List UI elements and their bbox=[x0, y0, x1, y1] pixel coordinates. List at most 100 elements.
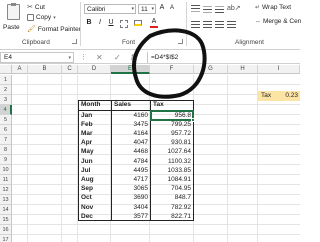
row-header-12[interactable]: 12 bbox=[0, 185, 12, 195]
wrap-text-icon: ↵ bbox=[255, 5, 261, 11]
clipboard-group-label: Clipboard bbox=[22, 39, 50, 46]
paste-label: Paste bbox=[3, 24, 20, 31]
cell-tax[interactable]: 822.71 bbox=[151, 212, 193, 222]
copy-button[interactable]: Copy ▾ bbox=[27, 14, 56, 21]
cell-sales[interactable]: 3577 bbox=[112, 212, 150, 222]
align-right-icon[interactable] bbox=[215, 21, 224, 22]
active-cell-e4[interactable] bbox=[150, 110, 194, 121]
align-left-icon[interactable] bbox=[191, 21, 200, 22]
align-middle-icon[interactable] bbox=[203, 6, 212, 7]
cell-sales[interactable]: 3690 bbox=[112, 193, 150, 203]
cell-month[interactable]: May bbox=[79, 147, 111, 157]
cell-month[interactable]: Oct bbox=[79, 193, 111, 203]
format-painter-label: Format Painter bbox=[37, 25, 81, 33]
row-header-1[interactable]: 1 bbox=[0, 75, 12, 85]
gridline bbox=[227, 75, 228, 242]
merge-icon: ⇔ bbox=[255, 18, 261, 25]
clipboard-launcher-icon[interactable] bbox=[72, 39, 77, 44]
font-group-label: Font bbox=[122, 39, 136, 46]
cell-tax[interactable]: 848.7 bbox=[151, 193, 193, 203]
grow-font-button[interactable]: A bbox=[158, 4, 166, 11]
cut-label: Cut bbox=[34, 3, 45, 11]
merge-center-button[interactable]: ⇔ Merge & Cen bbox=[255, 18, 301, 25]
tax-rate-label[interactable]: Tax bbox=[258, 91, 276, 101]
underline-button[interactable]: U bbox=[107, 19, 115, 26]
column-header-g[interactable]: G bbox=[194, 65, 228, 74]
paste-button[interactable]: Paste bbox=[2, 2, 26, 36]
insert-function-icon[interactable]: fx bbox=[131, 53, 137, 62]
row-header-3[interactable]: 3 bbox=[0, 95, 12, 105]
font-size-value: 11 bbox=[141, 5, 148, 13]
chevron-down-icon: ▾ bbox=[131, 6, 134, 12]
fill-color-icon[interactable] bbox=[134, 20, 142, 26]
divider bbox=[186, 2, 187, 46]
font-name-select[interactable]: Calibri ▾ bbox=[84, 4, 136, 14]
header-tax[interactable]: Tax bbox=[151, 100, 193, 110]
copy-label: Copy bbox=[36, 14, 52, 21]
row-header-7[interactable]: 7 bbox=[0, 135, 12, 145]
row-header-17[interactable]: 17 bbox=[0, 235, 12, 242]
column-header-b[interactable]: B bbox=[28, 65, 62, 74]
column-header-f[interactable]: F bbox=[150, 65, 194, 74]
align-center-icon[interactable] bbox=[203, 21, 212, 22]
column-header-c[interactable]: C bbox=[62, 65, 78, 74]
column-header-a[interactable]: A bbox=[12, 65, 28, 74]
font-launcher-icon[interactable] bbox=[178, 39, 183, 44]
indent-icon[interactable] bbox=[227, 21, 236, 22]
chevron-down-icon: ▾ bbox=[68, 55, 71, 61]
row-header-4[interactable]: 4 bbox=[0, 105, 12, 115]
italic-button[interactable]: I bbox=[96, 19, 104, 26]
row-header-16[interactable]: 16 bbox=[0, 225, 12, 235]
font-size-select[interactable]: 11 ▾ bbox=[138, 4, 156, 14]
column-header-h[interactable]: H bbox=[228, 65, 258, 74]
header-month[interactable]: Month bbox=[79, 100, 111, 110]
wrap-text-button[interactable]: ↵ Wrap Text bbox=[255, 4, 291, 11]
row-header-8[interactable]: 8 bbox=[0, 145, 12, 155]
align-top-icon[interactable] bbox=[191, 5, 200, 6]
column-header-d[interactable]: D bbox=[78, 65, 111, 74]
font-name-value: Calibri bbox=[87, 5, 106, 13]
row-header-9[interactable]: 9 bbox=[0, 155, 12, 165]
gridline bbox=[27, 75, 28, 242]
cell-tax[interactable]: 1027.64 bbox=[151, 147, 193, 157]
fill-handle[interactable] bbox=[191, 118, 195, 122]
header-sales[interactable]: Sales bbox=[112, 100, 150, 110]
row-header-14[interactable]: 14 bbox=[0, 205, 12, 215]
row-header-10[interactable]: 10 bbox=[0, 165, 12, 175]
scissors-icon: ✂ bbox=[27, 4, 33, 11]
select-all-corner[interactable] bbox=[0, 65, 12, 74]
cell-month[interactable]: Dec bbox=[79, 212, 111, 222]
chevron-down-icon: ▾ bbox=[53, 14, 56, 21]
cut-button[interactable]: ✂ Cut bbox=[27, 3, 45, 12]
row-header-5[interactable]: 5 bbox=[0, 115, 12, 125]
column-header-i[interactable]: I bbox=[258, 65, 300, 74]
name-box-value: E4 bbox=[4, 54, 12, 61]
column-header-e[interactable]: E bbox=[111, 65, 150, 74]
shrink-font-button[interactable]: A bbox=[168, 5, 176, 11]
tax-rate-value[interactable]: 0.23 bbox=[276, 91, 300, 101]
clipboard-icon bbox=[7, 3, 20, 20]
formula-input[interactable]: =D4*$I$2 bbox=[147, 52, 300, 63]
merge-center-label: Merge & Cen bbox=[263, 18, 302, 25]
enter-icon[interactable]: ✓ bbox=[114, 53, 121, 62]
gridline bbox=[61, 75, 62, 242]
ribbon: Paste ✂ Cut Copy ▾ 🖌 Format Painter Clip… bbox=[0, 0, 301, 50]
wrap-text-label: Wrap Text bbox=[262, 4, 292, 11]
cancel-icon[interactable]: ✕ bbox=[96, 53, 103, 62]
font-color-icon[interactable]: A bbox=[150, 18, 158, 28]
row-header-13[interactable]: 13 bbox=[0, 195, 12, 205]
format-painter-button[interactable]: 🖌 Format Painter bbox=[27, 25, 81, 34]
chevron-down-icon: ▾ bbox=[151, 6, 154, 12]
row-header-15[interactable]: 15 bbox=[0, 215, 12, 225]
row-header-2[interactable]: 2 bbox=[0, 85, 12, 95]
formula-bar: E4 ▾ ⋮ ✕ ✓ fx =D4*$I$2 bbox=[0, 51, 300, 64]
bold-button[interactable]: B bbox=[85, 19, 93, 26]
cell-sales[interactable]: 4468 bbox=[112, 147, 150, 157]
borders-icon[interactable] bbox=[120, 20, 128, 28]
orientation-icon[interactable]: ab↗ bbox=[227, 4, 241, 12]
name-box[interactable]: E4 ▾ bbox=[0, 52, 74, 63]
divider bbox=[80, 2, 81, 46]
row-header-11[interactable]: 11 bbox=[0, 175, 12, 185]
align-bottom-icon[interactable] bbox=[215, 6, 224, 7]
row-header-6[interactable]: 6 bbox=[0, 125, 12, 135]
